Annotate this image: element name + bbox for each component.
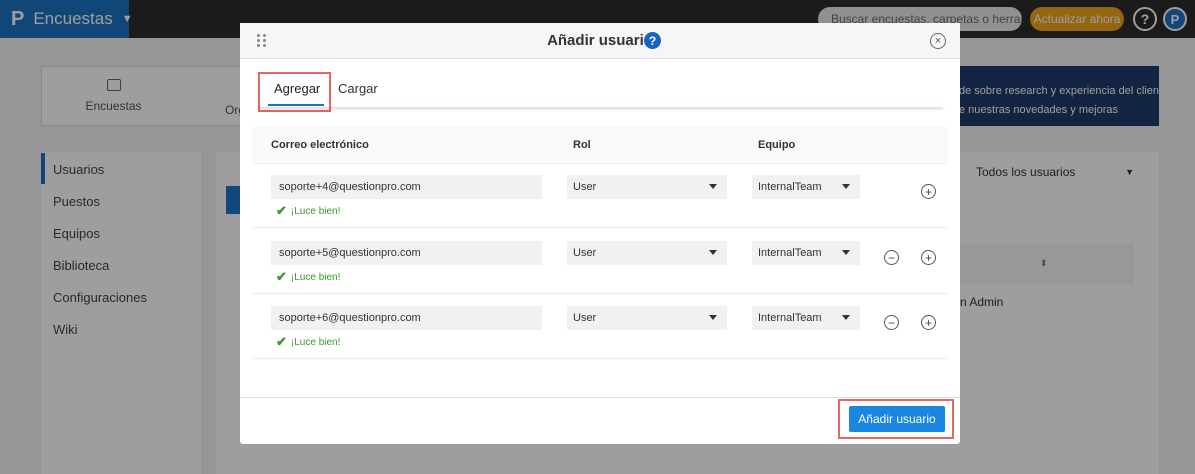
- role-select[interactable]: User: [567, 306, 727, 330]
- column-header-team: Equipo: [758, 139, 796, 151]
- tabs-divider: [258, 104, 943, 107]
- validation-text: ¡Luce bien!: [290, 271, 341, 283]
- team-select[interactable]: InternalTeam: [752, 241, 860, 265]
- add-user-modal: Añadir usuario ? × Agregar Cargar Correo…: [240, 23, 960, 444]
- role-value: User: [573, 312, 597, 324]
- role-value: User: [573, 247, 597, 259]
- team-value: InternalTeam: [758, 312, 822, 324]
- remove-row-icon[interactable]: −: [884, 315, 899, 330]
- help-icon[interactable]: ?: [644, 32, 661, 49]
- column-header-email: Correo electrónico: [271, 139, 369, 151]
- dropdown-arrow-icon: [842, 250, 850, 255]
- validation-message: ✔ ¡Luce bien!: [276, 269, 340, 285]
- dropdown-arrow-icon: [709, 184, 717, 189]
- checkmark-icon: ✔: [276, 269, 287, 284]
- team-select[interactable]: InternalTeam: [752, 306, 860, 330]
- modal-header: Añadir usuario ? ×: [240, 23, 960, 59]
- email-field[interactable]: soporte+4@questionpro.com: [271, 175, 542, 199]
- team-value: InternalTeam: [758, 247, 822, 259]
- validation-text: ¡Luce bien!: [290, 336, 341, 348]
- email-field[interactable]: soporte+5@questionpro.com: [271, 241, 542, 265]
- dropdown-arrow-icon: [842, 315, 850, 320]
- checkmark-icon: ✔: [276, 334, 287, 349]
- remove-row-icon[interactable]: −: [884, 250, 899, 265]
- role-select[interactable]: User: [567, 241, 727, 265]
- dropdown-arrow-icon: [842, 184, 850, 189]
- dropdown-arrow-icon: [709, 250, 717, 255]
- role-value: User: [573, 181, 597, 193]
- add-row-icon[interactable]: +: [921, 184, 936, 199]
- add-row-icon[interactable]: +: [921, 250, 936, 265]
- add-row-icon[interactable]: +: [921, 315, 936, 330]
- team-value: InternalTeam: [758, 181, 822, 193]
- email-field[interactable]: soporte+6@questionpro.com: [271, 306, 542, 330]
- validation-message: ✔ ¡Luce bien!: [276, 203, 340, 219]
- team-select[interactable]: InternalTeam: [752, 175, 860, 199]
- add-user-button[interactable]: Añadir usuario: [849, 406, 945, 432]
- validation-message: ✔ ¡Luce bien!: [276, 334, 340, 350]
- dropdown-arrow-icon: [709, 315, 717, 320]
- column-header-role: Rol: [573, 139, 591, 151]
- validation-text: ¡Luce bien!: [290, 205, 341, 217]
- tab-cargar[interactable]: Cargar: [338, 81, 378, 96]
- checkmark-icon: ✔: [276, 203, 287, 218]
- row-divider: [252, 227, 948, 228]
- footer-divider: [240, 397, 960, 398]
- modal-title: Añadir usuario: [547, 32, 653, 49]
- role-select[interactable]: User: [567, 175, 727, 199]
- tab-agregar[interactable]: Agregar: [274, 81, 320, 96]
- row-divider: [252, 293, 948, 294]
- row-divider: [252, 358, 948, 359]
- close-icon[interactable]: ×: [930, 33, 946, 49]
